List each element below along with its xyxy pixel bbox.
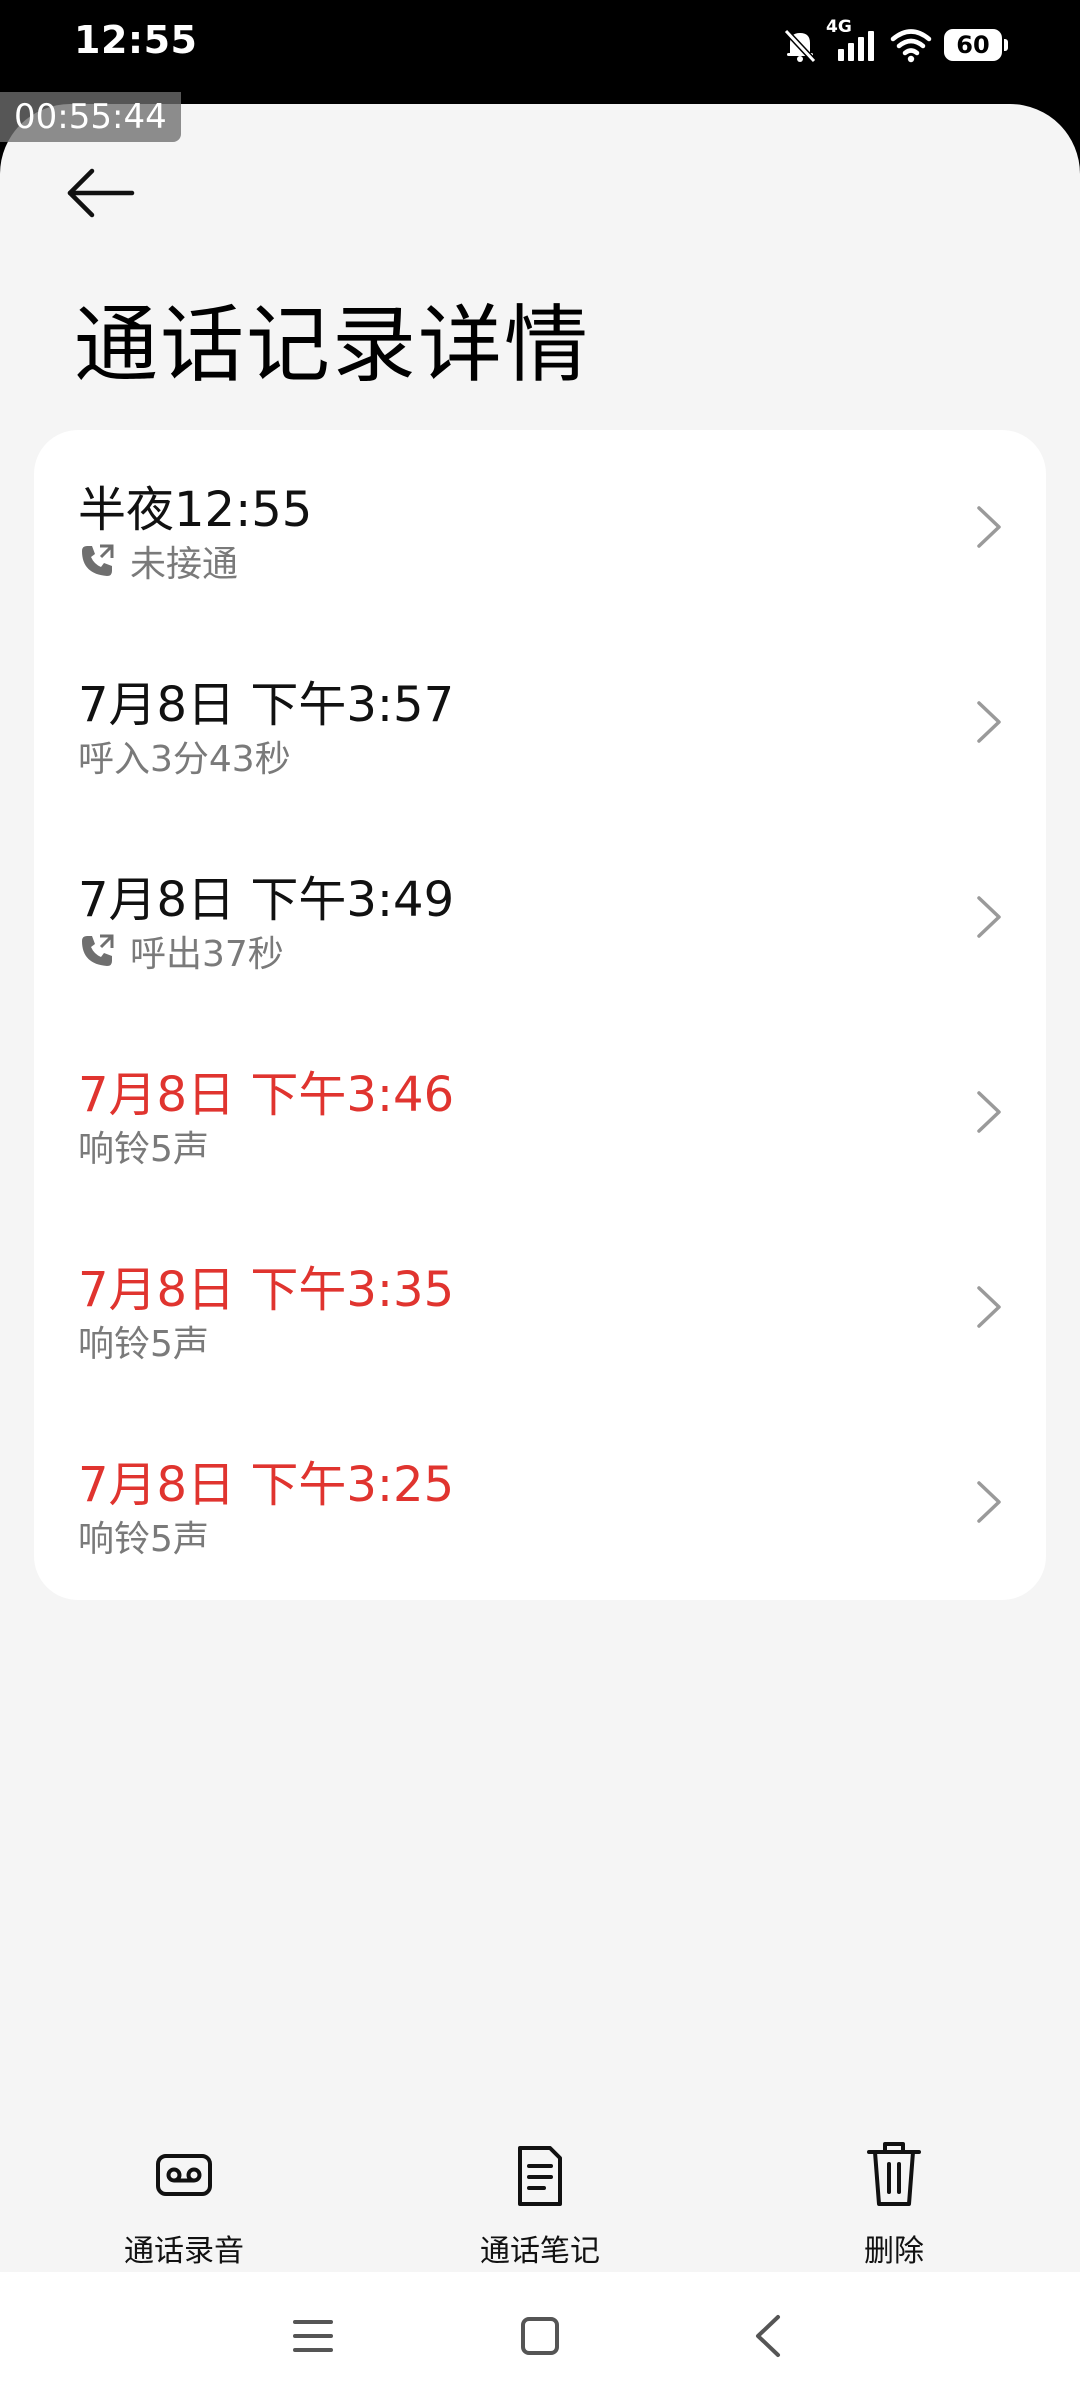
call-time: 7月8日 下午3:49 [78,872,455,928]
call-detail: 响铃5声 [78,1318,209,1365]
wifi-icon [890,27,932,63]
arrow-left-icon [67,168,135,218]
screen-recorder-timer: 00:55:44 [0,92,181,142]
call-time: 半夜12:55 [78,482,313,538]
call-item-missed[interactable]: 7月8日 下午3:25 响铃5声 [34,1405,1046,1600]
chevron-right-icon [977,701,1001,743]
menu-icon [293,2320,333,2352]
system-back-button[interactable] [733,2306,803,2366]
call-notes-button[interactable]: 通话笔记 [410,2134,670,2270]
battery-indicator: 60 [944,29,1008,61]
call-detail-text: 响铃5声 [78,1519,209,1560]
delete-label: 删除 [864,2234,924,2269]
call-recording-button[interactable]: 通话录音 [54,2134,314,2270]
phone-outgoing-icon [82,544,114,576]
call-time: 7月8日 下午3:57 [78,677,455,733]
chevron-right-icon [977,506,1001,548]
status-icons: 4G 60 [780,17,1008,70]
call-detail-text: 呼入3分43秒 [78,739,291,780]
delete-button[interactable]: 删除 [764,2134,1024,2270]
call-detail: 呼入3分43秒 [78,733,291,780]
page-title: 通话记录详情 [74,296,591,394]
call-detail: 未接通 [78,538,239,585]
chevron-right-icon [977,1091,1001,1133]
call-item-missed[interactable]: 7月8日 下午3:46 响铃5声 [34,1015,1046,1210]
status-time: 12:55 [74,18,198,62]
signal-icon: 4G [826,17,878,65]
call-time: 7月8日 下午3:46 [78,1067,455,1123]
call-detail: 响铃5声 [78,1123,209,1170]
note-icon [518,2146,562,2206]
call-time: 7月8日 下午3:25 [78,1457,455,1513]
bell-off-icon [780,25,820,65]
chevron-right-icon [977,1286,1001,1328]
cassette-icon [156,2154,212,2196]
call-detail-screen: 通话记录详情 半夜12:55 未接通 7月8日 下午3:57 呼入3分43秒 7… [0,104,1080,2296]
network-type: 4G [826,17,852,37]
recent-apps-button[interactable] [278,2306,348,2366]
call-history-card: 半夜12:55 未接通 7月8日 下午3:57 呼入3分43秒 7月8日 下午3… [34,430,1046,1600]
call-detail-text: 呼出37秒 [130,934,284,975]
square-icon [521,2317,559,2355]
status-bar: 12:55 4G 60 [0,0,1080,104]
system-navigation-bar [0,2272,1080,2400]
call-detail-text: 未接通 [130,544,239,585]
call-item-missed[interactable]: 7月8日 下午3:35 响铃5声 [34,1210,1046,1405]
call-item[interactable]: 7月8日 下午3:49 呼出37秒 [34,820,1046,1015]
call-recording-label: 通话录音 [124,2234,244,2269]
call-detail-text: 响铃5声 [78,1129,209,1170]
call-detail: 呼出37秒 [78,928,284,975]
back-button[interactable] [66,148,156,238]
home-button[interactable] [505,2306,575,2366]
call-time: 7月8日 下午3:35 [78,1262,455,1318]
chevron-left-icon [756,2315,780,2357]
call-notes-label: 通话笔记 [480,2234,600,2269]
bottom-action-bar: 通话录音 通话笔记 删除 [0,2124,1080,2296]
call-item[interactable]: 7月8日 下午3:57 呼入3分43秒 [34,625,1046,820]
chevron-right-icon [977,1481,1001,1523]
chevron-right-icon [977,896,1001,938]
phone-outgoing-icon [82,934,114,966]
call-detail: 响铃5声 [78,1513,209,1560]
call-item[interactable]: 半夜12:55 未接通 [34,430,1046,625]
call-detail-text: 响铃5声 [78,1324,209,1365]
trash-icon [867,2142,921,2206]
